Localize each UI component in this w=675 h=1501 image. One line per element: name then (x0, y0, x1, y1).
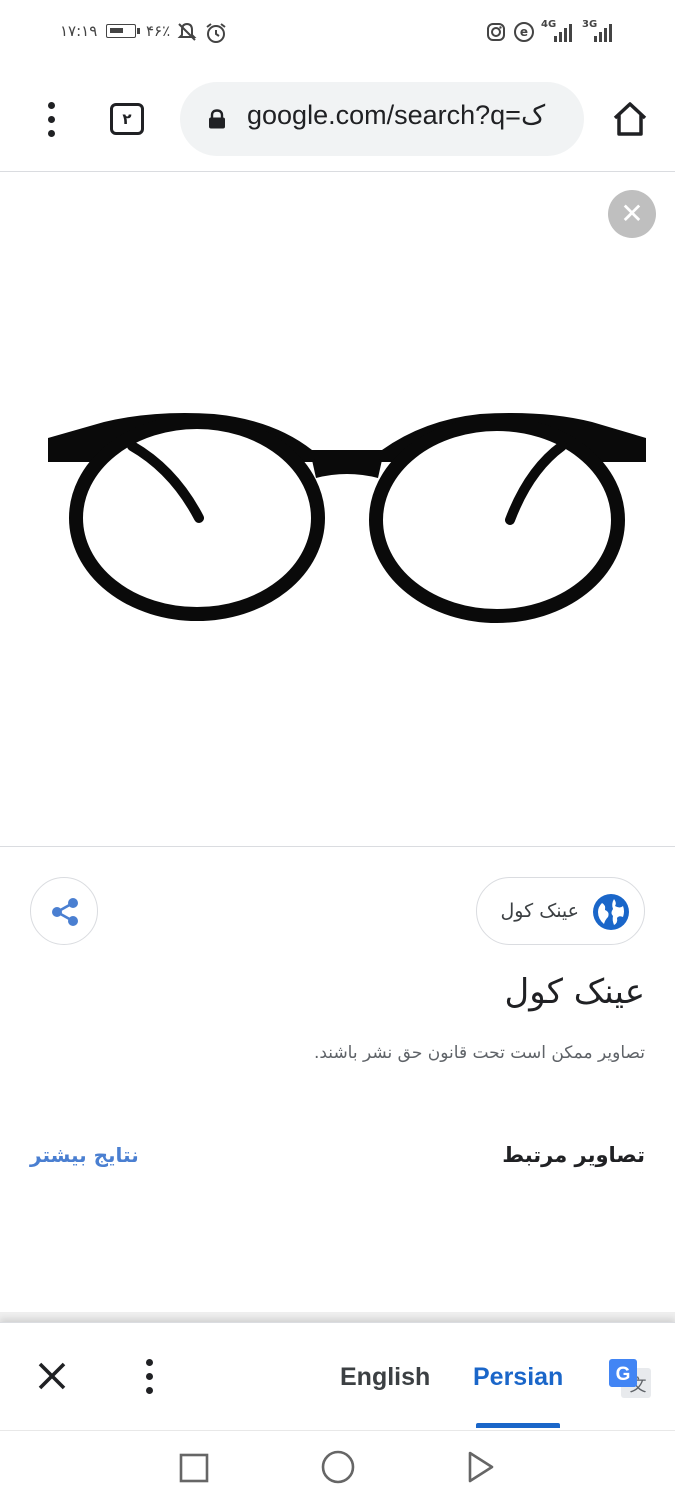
system-nav-bar (0, 1430, 675, 1501)
url-text[interactable]: google.com/search?q=ک (247, 100, 545, 131)
lang-persian-tab[interactable]: Persian (473, 1363, 563, 1392)
share-button[interactable] (30, 877, 98, 945)
lock-icon (209, 109, 225, 129)
google-translate-icon[interactable]: 文 G (607, 1356, 653, 1402)
divider (0, 846, 675, 847)
battery-nub (137, 28, 140, 34)
mute-icon (177, 22, 197, 41)
alarm-icon (206, 23, 226, 43)
site-chip[interactable]: عینک کول (476, 877, 645, 945)
signal-icon (554, 20, 572, 42)
related-images-heading: تصاویر مرتبط (502, 1143, 645, 1167)
copyright-note: تصاویر ممکن است تحت قانون حق نشر باشند. (313, 1043, 645, 1063)
recent-triangle-icon[interactable] (462, 1449, 498, 1485)
status-bar: ۱۷:۱۹ ۴۶٪ e 4G 3G (0, 0, 675, 66)
address-bar[interactable]: google.com/search?q=ک (180, 82, 584, 156)
lang-english-tab[interactable]: English (340, 1363, 430, 1392)
back-square-icon[interactable] (178, 1452, 210, 1484)
svg-text:e: e (520, 25, 528, 39)
menu-icon[interactable] (40, 100, 64, 140)
close-icon[interactable] (34, 1358, 70, 1394)
battery-icon (106, 24, 136, 38)
battery-percent: ۴۶٪ (146, 22, 171, 40)
selected-tab-indicator (476, 1423, 560, 1428)
svg-text:G: G (616, 1364, 631, 1385)
tabs-icon[interactable]: ۲ (110, 103, 144, 135)
notification-icon: e (514, 22, 534, 42)
instagram-icon (487, 23, 505, 41)
close-icon[interactable]: ✕ (608, 190, 656, 238)
translate-bar: English Persian 文 G (0, 1322, 675, 1431)
home-icon[interactable] (610, 99, 650, 139)
home-circle-icon[interactable] (320, 1449, 356, 1485)
related-images-strip[interactable] (0, 1312, 675, 1322)
status-time: ۱۷:۱۹ (60, 22, 98, 40)
image-title: عینک کول (504, 972, 646, 1012)
menu-icon[interactable] (140, 1357, 160, 1397)
eyeglasses-image (48, 413, 646, 623)
signal-icon (594, 20, 612, 42)
site-name: عینک کول (500, 900, 579, 922)
globe-icon (593, 894, 629, 930)
more-results-link[interactable]: نتایج بیشتر (30, 1143, 139, 1167)
share-icon (52, 898, 78, 926)
browser-toolbar: ۲ google.com/search?q=ک (0, 66, 675, 172)
